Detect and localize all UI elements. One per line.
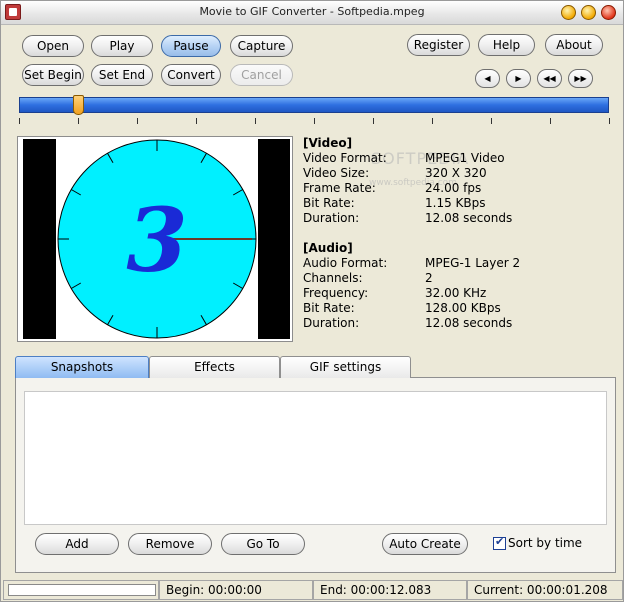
frame-digit: 3	[126, 188, 187, 292]
rewind-icon: ◀◀	[543, 74, 556, 83]
app-window: Movie to GIF Converter - Softpedia.mpeg …	[0, 0, 624, 602]
channels-value: 2	[425, 271, 433, 285]
minimize-button[interactable]	[561, 5, 576, 20]
register-button[interactable]: Register	[407, 34, 470, 56]
video-preview: 3	[17, 136, 293, 342]
letterbox-left	[23, 139, 56, 339]
audio-heading: [Audio]	[303, 241, 353, 255]
frame-rate-value: 24.00 fps	[425, 181, 482, 195]
audio-format-value: MPEG-1 Layer 2	[425, 256, 521, 270]
video-heading: [Video]	[303, 136, 353, 150]
status-current: Current: 00:00:01.208	[467, 580, 623, 600]
audio-duration-value: 12.08 seconds	[425, 316, 513, 330]
tab-snapshots[interactable]: Snapshots	[15, 356, 149, 378]
sort-by-time-checkbox[interactable]	[493, 535, 506, 550]
status-progress-cell	[3, 580, 159, 600]
help-button[interactable]: Help	[478, 34, 535, 56]
tab-gif-settings[interactable]: GIF settings	[280, 356, 411, 378]
capture-button[interactable]: Capture	[230, 35, 293, 57]
progress-bar	[8, 584, 156, 596]
slider-tick	[196, 118, 197, 124]
status-end: End: 00:00:12.083	[313, 580, 467, 600]
add-snapshot-button[interactable]: Add	[35, 533, 119, 555]
video-duration-value: 12.08 seconds	[425, 211, 513, 225]
slider-tick	[314, 118, 315, 124]
tab-effects[interactable]: Effects	[149, 356, 280, 378]
slider-tick	[491, 118, 492, 124]
slider-tick	[550, 118, 551, 124]
prev-icon: ◀	[484, 74, 491, 83]
video-bit-rate-label: Bit Rate:	[303, 196, 355, 210]
maximize-button[interactable]	[581, 5, 596, 20]
preview-canvas: 3	[20, 139, 290, 339]
audio-bit-rate-value: 128.00 KBps	[425, 301, 501, 315]
remove-snapshot-button[interactable]: Remove	[128, 533, 212, 555]
status-begin: Begin: 00:00:00	[159, 580, 313, 600]
slider-ticks	[19, 118, 611, 128]
cancel-button: Cancel	[230, 64, 293, 86]
pause-button[interactable]: Pause	[161, 35, 221, 57]
video-size-value: 320 X 320	[425, 166, 487, 180]
go-to-snapshot-button[interactable]: Go To	[221, 533, 305, 555]
slider-tick	[137, 118, 138, 124]
slider-tick	[373, 118, 374, 124]
letterbox-right	[258, 139, 290, 339]
status-bar: Begin: 00:00:00 End: 00:00:12.083 Curren…	[1, 578, 623, 602]
slider-tick	[432, 118, 433, 124]
slider-tick	[19, 118, 20, 124]
window-title: Movie to GIF Converter - Softpedia.mpeg	[199, 5, 425, 18]
title-bar[interactable]: Movie to GIF Converter - Softpedia.mpeg	[1, 1, 623, 25]
convert-button[interactable]: Convert	[161, 64, 221, 86]
next-icon: ▶	[515, 74, 522, 83]
video-format-label: Video Format:	[303, 151, 387, 165]
slider-tick	[609, 118, 610, 124]
next-frame-button[interactable]: ▶	[506, 69, 531, 88]
snapshots-list[interactable]	[24, 391, 607, 525]
fast-forward-button[interactable]: ▶▶	[568, 69, 593, 88]
frequency-label: Frequency:	[303, 286, 369, 300]
frame-rate-label: Frame Rate:	[303, 181, 376, 195]
position-slider-track[interactable]	[19, 97, 609, 113]
frequency-value: 32.00 KHz	[425, 286, 487, 300]
video-duration-label: Duration:	[303, 211, 360, 225]
audio-duration-label: Duration:	[303, 316, 360, 330]
slider-tick	[255, 118, 256, 124]
slider-tick	[78, 118, 79, 124]
auto-create-button[interactable]: Auto Create	[382, 533, 468, 555]
close-button[interactable]	[601, 5, 616, 20]
position-slider-thumb[interactable]	[73, 95, 84, 115]
rewind-button[interactable]: ◀◀	[537, 69, 562, 88]
fast-forward-icon: ▶▶	[574, 74, 587, 83]
about-button[interactable]: About	[545, 34, 603, 56]
sort-by-time-label: Sort by time	[508, 536, 583, 550]
play-button[interactable]: Play	[91, 35, 153, 57]
set-end-button[interactable]: Set End	[91, 64, 153, 86]
audio-format-label: Audio Format:	[303, 256, 388, 270]
video-format-value: MPEG1 Video	[425, 151, 505, 165]
video-size-label: Video Size:	[303, 166, 370, 180]
prev-frame-button[interactable]: ◀	[475, 69, 500, 88]
audio-bit-rate-label: Bit Rate:	[303, 301, 355, 315]
video-bit-rate-value: 1.15 KBps	[425, 196, 486, 210]
set-begin-button[interactable]: Set Begin	[22, 64, 84, 86]
channels-label: Channels:	[303, 271, 363, 285]
open-button[interactable]: Open	[22, 35, 84, 57]
